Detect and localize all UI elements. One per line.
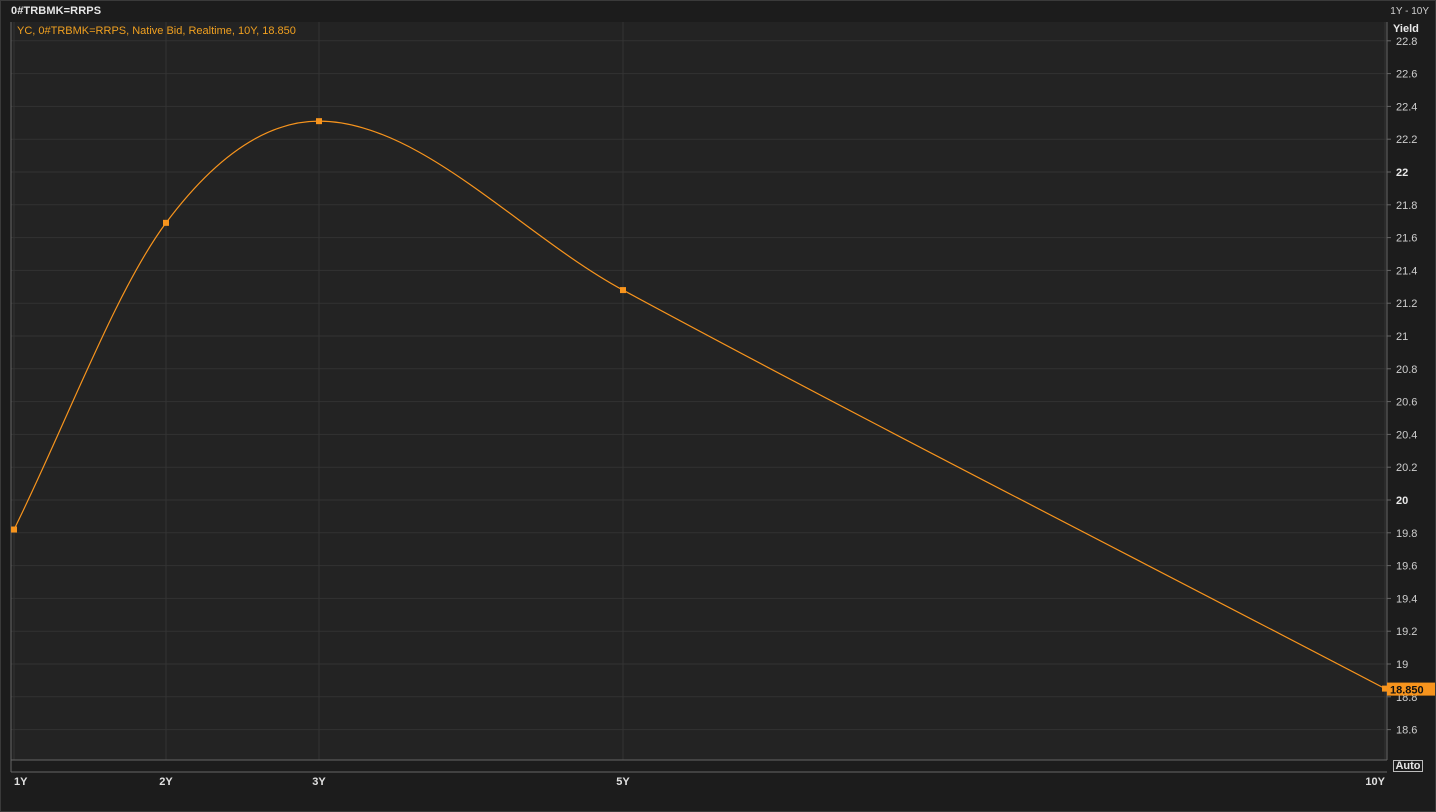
x-tick-label: 3Y — [312, 776, 326, 788]
yield-curve-chart[interactable]: YC, 0#TRBMK=RRPS, Native Bid, Realtime, … — [1, 1, 1436, 812]
y-axis-label: Yield — [1393, 23, 1419, 35]
y-tick-label: 19.4 — [1396, 593, 1417, 605]
y-tick-label: 20.6 — [1396, 397, 1417, 409]
last-value-label: 18.850 — [1390, 685, 1424, 697]
y-tick-label: 19 — [1396, 659, 1408, 671]
yield-curve-window: 0#TRBMK=RRPS 1Y - 10Y YC, 0#TRBMK=RRPS, … — [0, 0, 1436, 812]
y-tick-label: 19.6 — [1396, 561, 1417, 573]
y-tick-label: 22 — [1396, 167, 1408, 179]
series-legend: YC, 0#TRBMK=RRPS, Native Bid, Realtime, … — [17, 25, 296, 37]
y-tick-label: 18.6 — [1396, 725, 1417, 737]
y-tick-label: 22.2 — [1396, 134, 1417, 146]
x-tick-label: 5Y — [616, 776, 630, 788]
y-tick-label: 20.4 — [1396, 429, 1417, 441]
x-tick-label: 2Y — [159, 776, 173, 788]
x-tick-label: 10Y — [1365, 776, 1385, 788]
y-tick-label: 22.6 — [1396, 69, 1417, 81]
auto-scale-button[interactable]: Auto — [1393, 760, 1423, 772]
data-point-5Y[interactable] — [620, 287, 626, 294]
y-tick-label: 21.4 — [1396, 265, 1417, 277]
y-tick-label: 19.8 — [1396, 528, 1417, 540]
y-tick-label: 21.2 — [1396, 298, 1417, 310]
y-tick-label: 20.8 — [1396, 364, 1417, 376]
y-tick-label: 19.2 — [1396, 626, 1417, 638]
y-tick-label: 22.8 — [1396, 36, 1417, 48]
y-tick-label: 20 — [1396, 495, 1408, 507]
last-value-badge: 18.850 — [1387, 682, 1435, 697]
plot-area[interactable] — [11, 22, 1387, 760]
data-point-1Y[interactable] — [11, 526, 17, 533]
y-tick-label: 21.8 — [1396, 200, 1417, 212]
x-tick-labels: 1Y 2Y 3Y 5Y 10Y — [14, 776, 1386, 788]
y-tick-label: 20.2 — [1396, 462, 1417, 474]
y-tick-label: 22.4 — [1396, 101, 1417, 113]
y-tick-label: 21 — [1396, 331, 1408, 343]
data-point-3Y[interactable] — [316, 118, 322, 125]
y-tick-label: 21.6 — [1396, 233, 1417, 245]
x-tick-label: 1Y — [14, 776, 28, 788]
data-point-2Y[interactable] — [163, 219, 169, 226]
y-tick-labels: 18.618.81919.219.419.619.82020.220.420.6… — [1387, 36, 1417, 737]
